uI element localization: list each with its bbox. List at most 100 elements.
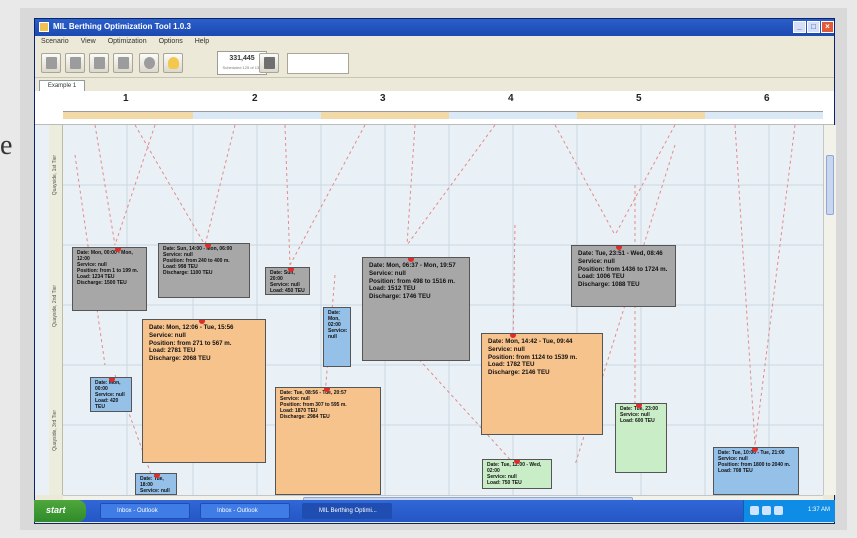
quay-label: Quayside, 3rd Tier: [52, 410, 58, 451]
vessel-position: Position: from 271 to 567 m.: [149, 339, 232, 347]
vessel-date: Date: Tue, 23:51 - Wed, 08:46: [578, 250, 663, 257]
vessel-box[interactable]: Date: Mon, 12:06 - Tue, 15:56 Service: n…: [142, 319, 266, 463]
lightbulb-icon: [168, 57, 179, 69]
timeline-header: 1 2 3 4 5 6: [35, 91, 834, 125]
vessel-position: Position: from 498 to 1516 m.: [369, 277, 455, 285]
vessel-discharge: Discharge: 2146 TEU: [488, 369, 550, 377]
taskbar-item[interactable]: Inbox - Outlook: [200, 503, 290, 519]
day-label: 2: [252, 93, 258, 104]
vessel-info: Date: Mon, 14:42 - Tue, 09:44 Service: n…: [482, 334, 602, 381]
vessel-box[interactable]: Date: Mon, 00:00 - Mon, 12:00 Service: n…: [72, 247, 147, 311]
screenshot-stage: e MIL Berthing Optimization Tool 1.0.3 _…: [0, 0, 857, 538]
tab-row: Example 1: [35, 79, 834, 91]
vessel-load: Load: 600 TEU: [620, 418, 655, 424]
tray-clock: 1:37 AM: [807, 507, 830, 513]
vessel-load: Load: 450 TEU: [270, 288, 305, 294]
vessel-box[interactable]: Date: Tue, 18:00 Service: null: [135, 473, 177, 495]
vessel-box[interactable]: Date: Tue, 23:51 - Wed, 08:46 Service: n…: [571, 245, 676, 307]
volume-icon[interactable]: [762, 506, 771, 515]
status-field[interactable]: [287, 53, 349, 74]
vessel-load: Load: 1782 TEU: [488, 361, 535, 369]
vessel-discharge: Discharge: 1100 TEU: [163, 270, 213, 276]
printer-icon: [118, 57, 129, 69]
window-title: MIL Berthing Optimization Tool 1.0.3: [53, 22, 191, 31]
quay-label: Quayside, 1st Tier: [52, 155, 58, 196]
stamp-icon: [264, 57, 275, 69]
vessel-service: Service: null: [140, 488, 170, 494]
vessel-info: Date: Tue, 12:00 - Wed, 02:00 Service: n…: [483, 460, 551, 488]
vessel-info: Date: Tue, 10:00 - Tue, 21:00 Service: n…: [714, 448, 798, 476]
maximize-button[interactable]: □: [807, 21, 820, 33]
export-button[interactable]: [259, 53, 279, 73]
vessel-load: Load: 1006 TEU: [578, 273, 625, 281]
security-icon[interactable]: [774, 506, 783, 515]
vessel-box[interactable]: Date: Sun, 20:00 Service: null Load: 450…: [265, 267, 310, 295]
vessel-box[interactable]: Date: Tue, 23:00 Service: null Load: 600…: [615, 403, 667, 473]
vessel-info: Date: Mon, 06:37 - Mon, 19:57 Service: n…: [363, 258, 469, 305]
menu-scenario[interactable]: Scenario: [41, 38, 69, 48]
vessel-discharge: Discharge: 1746 TEU: [369, 293, 431, 301]
vessel-box[interactable]: Date: Mon, 14:42 - Tue, 09:44 Service: n…: [481, 333, 603, 435]
day-label: 3: [380, 93, 386, 104]
scroll-thumb[interactable]: [826, 155, 834, 215]
vessel-box[interactable]: Date: Sun, 14:00 - Mon, 06:00 Service: n…: [158, 243, 250, 298]
taskbar-item-active[interactable]: MIL Berthing Optimi...: [302, 503, 392, 519]
vessel-box[interactable]: Date: Tue, 10:00 - Tue, 21:00 Service: n…: [713, 447, 799, 495]
new-scenario-button[interactable]: [41, 53, 61, 73]
menu-view[interactable]: View: [81, 38, 96, 48]
menu-options[interactable]: Options: [159, 38, 183, 48]
vessel-box[interactable]: Date: Mon, 06:37 - Mon, 19:57 Service: n…: [362, 257, 470, 361]
start-button[interactable]: start: [34, 500, 86, 522]
vessel-date: Date: Mon, 02:00: [328, 310, 341, 328]
tab-example-1[interactable]: Example 1: [39, 80, 85, 91]
settings-button[interactable]: [139, 53, 159, 73]
vessel-date: Date: Mon, 06:37 - Mon, 19:57: [369, 262, 456, 269]
close-button[interactable]: ×: [821, 21, 834, 33]
open-scenario-button[interactable]: [65, 53, 85, 73]
day-label: 6: [764, 93, 770, 104]
network-icon[interactable]: [750, 506, 759, 515]
hour-band: [705, 111, 823, 119]
vessel-info: Date: Mon, 02:00 Service: null: [324, 308, 350, 342]
toolbar: 331,445 Scheduled 125 of 134: [35, 48, 834, 78]
minimize-button[interactable]: _: [793, 21, 806, 33]
gear-icon: [144, 57, 155, 69]
vessel-discharge: Discharge: 2984 TEU: [280, 414, 330, 420]
optimize-button[interactable]: [163, 53, 183, 73]
vessel-info: Date: Mon, 00:00 Service: null Load: 420…: [91, 378, 131, 411]
taskbar: start Inbox - Outlook Inbox - Outlook MI…: [34, 500, 835, 522]
hour-band: [577, 111, 705, 119]
menu-help[interactable]: Help: [195, 38, 209, 48]
day-label: 5: [636, 93, 642, 104]
folder-icon: [70, 57, 81, 69]
vessel-box[interactable]: Date: Tue, 12:00 - Wed, 02:00 Service: n…: [482, 459, 552, 489]
taskbar-item[interactable]: Inbox - Outlook: [100, 503, 190, 519]
vessel-date: Date: Mon, 00:00 - Mon, 12:00: [77, 250, 133, 262]
vessel-position: Position: from 1436 to 1724 m.: [578, 265, 668, 273]
vertical-scrollbar[interactable]: [823, 125, 836, 495]
print-button[interactable]: [113, 53, 133, 73]
system-tray: 1:37 AM: [743, 500, 835, 522]
title-bar: MIL Berthing Optimization Tool 1.0.3 _ □…: [35, 19, 834, 36]
vessel-info: Date: Tue, 08:56 - Tue, 20:57 Service: n…: [276, 388, 380, 422]
vessel-box[interactable]: Date: Tue, 08:56 - Tue, 20:57 Service: n…: [275, 387, 381, 495]
new-file-icon: [46, 57, 57, 69]
vessel-discharge: Discharge: 2068 TEU: [149, 355, 211, 363]
vessel-info: Date: Sun, 20:00 Service: null Load: 450…: [266, 268, 309, 294]
vessel-date: Date: Mon, 12:06 - Tue, 15:56: [149, 324, 234, 331]
vessel-service: Service: null: [369, 269, 406, 277]
vessel-load: Load: 2781 TEU: [149, 347, 196, 355]
vessel-info: Date: Sun, 14:00 - Mon, 06:00 Service: n…: [159, 244, 249, 278]
app-icon: [39, 22, 49, 32]
berth-plan-canvas[interactable]: Quayside, 1st Tier Quayside, 2nd Tier Qu…: [35, 125, 823, 495]
vessel-box[interactable]: Date: Mon, 00:00 Service: null Load: 420…: [90, 377, 132, 412]
vessel-load: Load: 1512 TEU: [369, 285, 416, 293]
menu-optimization[interactable]: Optimization: [108, 38, 147, 48]
vessel-box[interactable]: Date: Mon, 02:00 Service: null: [323, 307, 351, 367]
vessel-date: Date: Mon, 14:42 - Tue, 09:44: [488, 338, 573, 345]
save-icon: [94, 57, 105, 69]
day-label: 1: [123, 93, 129, 104]
vessel-service: Service: null: [328, 328, 348, 340]
save-scenario-button[interactable]: [89, 53, 109, 73]
vessel-load: Load: 750 TEU: [487, 480, 522, 486]
